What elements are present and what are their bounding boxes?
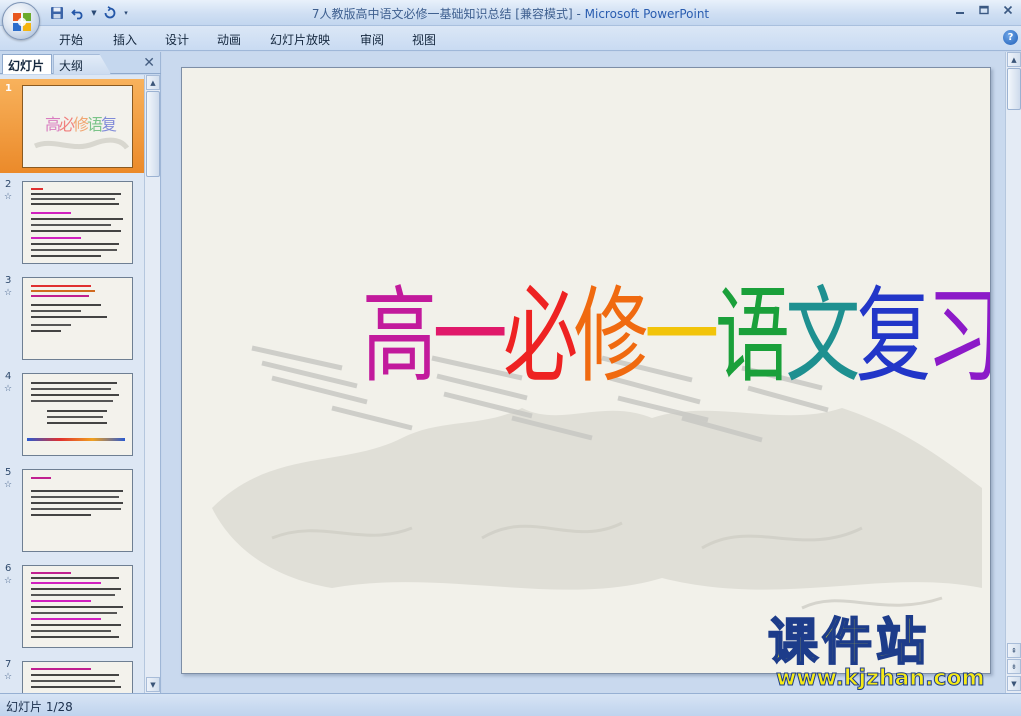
watermark-brand: 课件站: [767, 613, 930, 671]
scroll-down-icon[interactable]: ▼: [1007, 676, 1021, 691]
tab-outline[interactable]: 大纲: [53, 54, 111, 74]
tab-slides[interactable]: 幻灯片: [2, 54, 52, 74]
slide-thumbnail-1[interactable]: 1 高 必 修 语 复: [0, 79, 144, 173]
slides-pane: 幻灯片 大纲 ✕ 1 高 必 修 语 复 2 ☆ 3 ☆ 4 ☆ 5 ☆ 6 ☆…: [0, 52, 161, 693]
window-title: 7人教版高中语文必修一基础知识总结 [兼容模式] - Microsoft Pow…: [0, 5, 1021, 22]
animation-star-icon: ☆: [4, 384, 13, 394]
title-char: 语: [714, 275, 790, 397]
site-watermark: 课件站 www.kjzhan.com: [767, 613, 1002, 692]
minimize-icon[interactable]: [951, 2, 969, 18]
slide-preview: 高 必 修 语 复: [22, 85, 133, 168]
slide-preview: [22, 565, 133, 648]
slide-thumbnail-5[interactable]: 5 ☆: [0, 463, 144, 557]
slide-preview: [22, 661, 133, 693]
slide-thumbnail-6[interactable]: 6 ☆: [0, 559, 144, 653]
tab-home[interactable]: 开始: [59, 31, 83, 48]
application-name: Microsoft PowerPoint: [584, 7, 710, 21]
title-char: 一: [644, 275, 719, 397]
tab-review[interactable]: 审阅: [360, 31, 384, 48]
title-char: 复: [855, 275, 931, 397]
tab-slide-show[interactable]: 幻灯片放映: [270, 31, 330, 48]
office-logo-icon: [13, 13, 31, 31]
office-button[interactable]: [2, 2, 40, 40]
slide-thumbnail-3[interactable]: 3 ☆: [0, 271, 144, 365]
scrollbar-thumb[interactable]: [146, 91, 160, 177]
next-slide-icon[interactable]: ⇟: [1007, 659, 1021, 674]
slide-preview: [22, 277, 133, 360]
svg-text:复: 复: [101, 115, 117, 134]
tab-view[interactable]: 视图: [412, 31, 436, 48]
watermark-url: www.kjzhan.com: [776, 666, 986, 692]
thumbnail-scrollbar[interactable]: ▲ ▼: [144, 75, 160, 693]
pane-tab-bar: 幻灯片 大纲 ✕: [0, 52, 161, 74]
title-bar: ▼ ▾ 7人教版高中语文必修一基础知识总结 [兼容模式] - Microsoft…: [0, 0, 1021, 26]
close-icon[interactable]: [999, 2, 1017, 18]
animation-star-icon: ☆: [4, 192, 13, 202]
slide-number: 4: [5, 371, 12, 382]
status-bar: 幻灯片 1/28: [0, 693, 1021, 716]
slide-preview: [22, 469, 133, 552]
title-char: 修: [573, 275, 649, 397]
slide-thumbnail-list: 1 高 必 修 语 复 2 ☆ 3 ☆ 4 ☆ 5 ☆ 6 ☆ 7 ☆: [0, 75, 144, 693]
title-char: 高: [362, 275, 437, 397]
pane-close-icon[interactable]: ✕: [143, 55, 155, 71]
slide-number: 6: [5, 563, 12, 574]
ribbon-tab-bar: 开始 插入 设计 动画 幻灯片放映 审阅 视图 ?: [0, 26, 1021, 51]
slide-thumbnail-4[interactable]: 4 ☆: [0, 367, 144, 461]
slide-number: 7: [5, 659, 12, 670]
animation-star-icon: ☆: [4, 288, 13, 298]
animation-star-icon: ☆: [4, 576, 13, 586]
title-separator: -: [572, 7, 585, 21]
tab-animations[interactable]: 动画: [217, 31, 241, 48]
slide-editor: 高一必修一语文复习: [162, 52, 1005, 693]
slide-number: 2: [5, 179, 12, 190]
document-name: 7人教版高中语文必修一基础知识总结 [兼容模式]: [311, 7, 573, 21]
slide-thumbnail-7[interactable]: 7 ☆: [0, 655, 144, 693]
slide-thumbnail-2[interactable]: 2 ☆: [0, 175, 144, 269]
title-char: 一: [432, 275, 508, 397]
slide-number: 1: [5, 83, 12, 94]
slide-scrollbar[interactable]: ▲ ⇞ ⇟ ▼: [1005, 52, 1021, 693]
title-char: 习: [926, 275, 991, 397]
tab-design[interactable]: 设计: [165, 31, 189, 48]
slide-number: 3: [5, 275, 12, 286]
tab-insert[interactable]: 插入: [113, 31, 137, 48]
previous-slide-icon[interactable]: ⇞: [1007, 643, 1021, 658]
title-char: 必: [503, 275, 578, 397]
animation-star-icon: ☆: [4, 480, 13, 490]
slide-indicator: 幻灯片 1/28: [6, 700, 73, 714]
scrollbar-thumb[interactable]: [1007, 68, 1021, 110]
help-icon[interactable]: ?: [1003, 30, 1018, 45]
scroll-up-icon[interactable]: ▲: [146, 75, 160, 90]
slide-title-wordart[interactable]: 高一必修一语文复习: [362, 236, 990, 436]
slide-number: 5: [5, 467, 12, 478]
scroll-down-icon[interactable]: ▼: [146, 677, 160, 692]
title-char: 文: [785, 275, 860, 397]
maximize-icon[interactable]: [975, 2, 993, 18]
slide-preview: [22, 373, 133, 456]
current-slide[interactable]: 高一必修一语文复习: [181, 67, 991, 674]
scroll-up-icon[interactable]: ▲: [1007, 52, 1021, 67]
animation-star-icon: ☆: [4, 672, 13, 682]
slide-preview: [22, 181, 133, 264]
window-controls: [951, 2, 1017, 18]
